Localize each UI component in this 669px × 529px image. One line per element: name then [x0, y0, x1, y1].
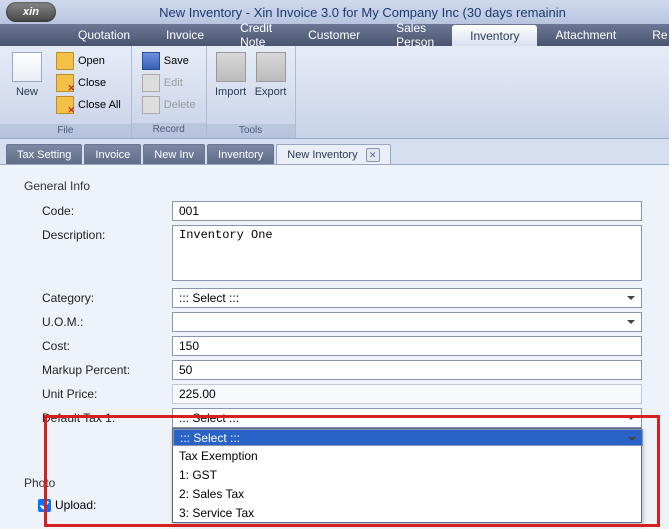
tab-new-inventory-label: New Inventory [287, 149, 357, 161]
open-label: Open [78, 55, 105, 67]
open-button[interactable]: Open [52, 50, 125, 72]
ribbon-group-tools: Import Export Tools [207, 46, 296, 138]
ribbon-group-record: Save Edit Delete Record [132, 46, 207, 138]
deftax-option-0[interactable]: ::: Select ::: [173, 429, 643, 446]
save-button[interactable]: Save [138, 50, 200, 72]
deftax-option-4[interactable]: 3: Service Tax [173, 503, 641, 522]
unitprice-output [172, 384, 642, 404]
menu-salesperson[interactable]: Sales Person [378, 24, 452, 46]
ribbon-group-file: New Open Close Close All [0, 46, 132, 138]
cost-input[interactable] [172, 336, 642, 356]
export-label: Export [255, 86, 287, 98]
menu-invoice[interactable]: Invoice [148, 24, 222, 46]
menu-customer[interactable]: Customer [290, 24, 378, 46]
export-button[interactable]: Export [251, 48, 291, 124]
deftax-option-3[interactable]: 2: Sales Tax [173, 484, 641, 503]
ribbon-group-record-label: Record [132, 123, 206, 138]
title-bar: xin New Inventory - Xin Invoice 3.0 for … [0, 0, 669, 24]
cost-label: Cost: [14, 336, 172, 353]
tab-inventory[interactable]: Inventory [207, 144, 274, 165]
category-select[interactable]: ::: Select ::: [172, 288, 642, 308]
main-menu: Quotation Invoice Credit Note Customer S… [0, 24, 669, 46]
document-tabs: Tax Setting Invoice New Inv Inventory Ne… [0, 139, 669, 165]
delete-button: Delete [138, 94, 200, 116]
delete-icon [142, 96, 160, 114]
deftax-select[interactable]: ::: Select ::: [172, 408, 642, 428]
import-label: Import [215, 86, 246, 98]
save-icon [142, 52, 160, 70]
new-icon [12, 52, 42, 82]
form-panel: General Info Code: Description: Inventor… [0, 164, 669, 529]
tab-new-inventory[interactable]: New Inventory ✕ [276, 144, 390, 165]
closeall-icon [56, 96, 74, 114]
close-label: Close [78, 77, 106, 89]
deftax-option-1[interactable]: Tax Exemption [173, 446, 641, 465]
markup-input[interactable] [172, 360, 642, 380]
category-label: Category: [14, 288, 172, 305]
menu-more[interactable]: Re [634, 24, 669, 46]
delete-label: Delete [164, 99, 196, 111]
menu-creditnote[interactable]: Credit Note [222, 24, 290, 46]
import-button[interactable]: Import [211, 48, 251, 124]
menu-quotation[interactable]: Quotation [60, 24, 148, 46]
uom-select[interactable] [172, 312, 642, 332]
upload-label: Upload: [55, 498, 96, 512]
ribbon: New Open Close Close All [0, 46, 669, 139]
markup-label: Markup Percent: [14, 360, 172, 377]
save-label: Save [164, 55, 189, 67]
import-icon [216, 52, 246, 82]
close-icon [56, 74, 74, 92]
closeall-button[interactable]: Close All [52, 94, 125, 116]
menu-inventory[interactable]: Inventory [452, 25, 537, 46]
app-logo: xin [6, 2, 56, 22]
closeall-label: Close All [78, 99, 121, 111]
upload-checkbox[interactable] [38, 499, 51, 512]
ribbon-group-file-label: File [0, 124, 131, 138]
ribbon-group-tools-label: Tools [207, 124, 295, 138]
deftax-dropdown: ::: Select ::: Tax Exemption 1: GST 2: S… [172, 428, 642, 523]
code-input[interactable] [172, 201, 642, 221]
tab-close-icon[interactable]: ✕ [366, 148, 380, 162]
category-value: ::: Select ::: [179, 291, 239, 305]
edit-button: Edit [138, 72, 200, 94]
description-label: Description: [14, 225, 172, 242]
close-button[interactable]: Close [52, 72, 125, 94]
tab-invoice[interactable]: Invoice [84, 144, 141, 165]
edit-label: Edit [164, 77, 183, 89]
window-title: New Inventory - Xin Invoice 3.0 for My C… [56, 5, 669, 20]
tab-new-inv[interactable]: New Inv [143, 144, 205, 165]
menu-attachment[interactable]: Attachment [537, 24, 634, 46]
section-general-info: General Info [24, 179, 655, 193]
open-icon [56, 52, 74, 70]
unitprice-label: Unit Price: [14, 384, 172, 401]
new-button[interactable]: New [4, 48, 50, 124]
new-label: New [16, 86, 38, 98]
deftax-option-2[interactable]: 1: GST [173, 465, 641, 484]
deftax-value: ::: Select ::: [179, 411, 239, 425]
tab-tax-setting[interactable]: Tax Setting [6, 144, 82, 165]
code-label: Code: [14, 201, 172, 218]
description-input[interactable]: Inventory One [172, 225, 642, 281]
edit-icon [142, 74, 160, 92]
export-icon [256, 52, 286, 82]
deftax-label: Default Tax 1: [14, 408, 172, 425]
uom-label: U.O.M.: [14, 312, 172, 329]
